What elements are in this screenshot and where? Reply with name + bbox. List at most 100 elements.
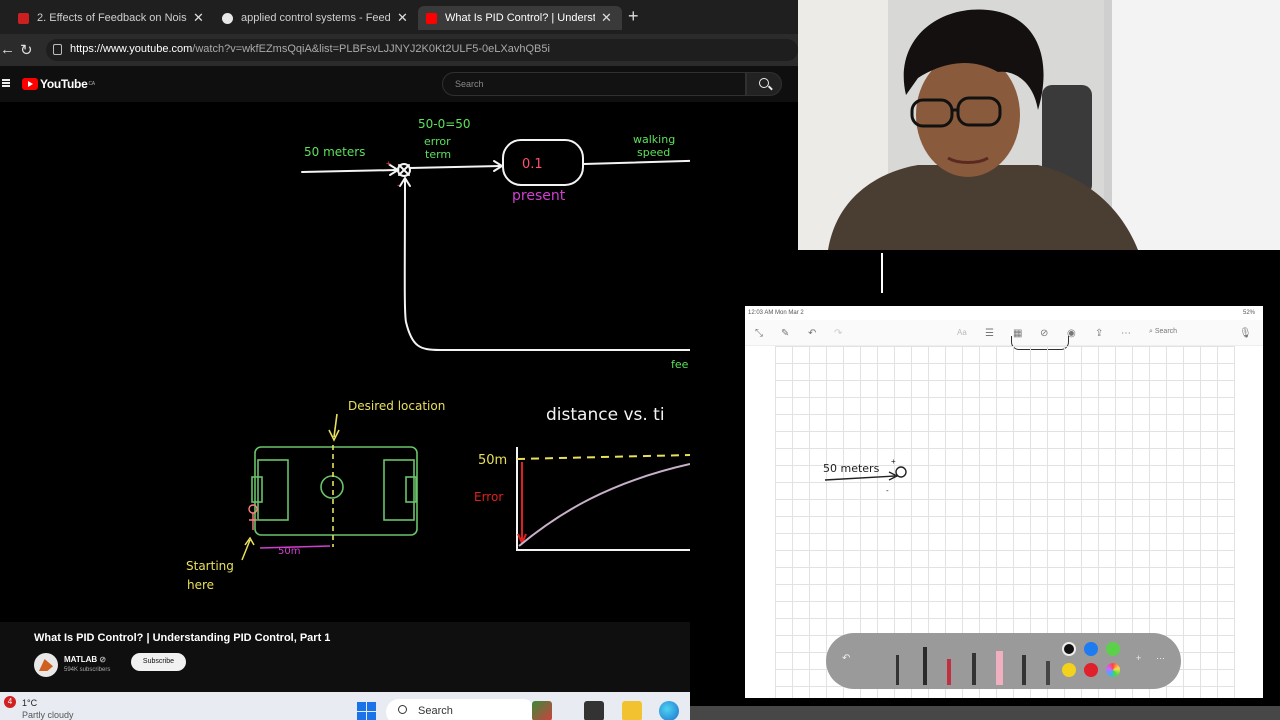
menu-icon[interactable]: [2, 79, 10, 87]
video-title: What Is PID Control? | Understanding PID…: [34, 632, 331, 644]
eraser-tool[interactable]: [996, 651, 1003, 685]
summing-cross: [398, 164, 410, 176]
add-tool-icon[interactable]: +: [1136, 653, 1141, 663]
pen-tool-4[interactable]: [972, 653, 976, 685]
channel-avatar[interactable]: [34, 653, 58, 677]
label-desired-location: Desired location: [348, 399, 445, 413]
url-path: /watch?v=wkfEZmsQqiA&list=PLBFsvLJJNYJ2K…: [192, 43, 550, 55]
windows-start-icon[interactable]: [357, 702, 376, 720]
note-arrow-line: [824, 475, 896, 481]
note-50-meters: 50 meters: [823, 462, 880, 475]
reload-icon[interactable]: ↻: [20, 41, 33, 59]
note-minus: -: [886, 486, 889, 495]
label-present: present: [512, 188, 566, 204]
pid-sketch: + - 50 meters 50-0=50 error term 0.1 pre…: [186, 117, 690, 592]
site-info-icon[interactable]: [53, 44, 62, 55]
youtube-favicon-icon: [18, 12, 29, 24]
palette-more-icon[interactable]: ⋯: [1156, 653, 1165, 664]
youtube-logo-text: YouTube: [40, 77, 88, 91]
speed-line: [583, 159, 690, 165]
weather-temperature[interactable]: 1°C: [22, 698, 37, 708]
search-input[interactable]: Search: [442, 72, 746, 96]
webcam-image: [798, 0, 1280, 250]
graph-target-line: [516, 454, 690, 460]
video-info: What Is PID Control? | Understanding PID…: [0, 622, 690, 692]
pen-stroke-mark: [881, 253, 883, 293]
search-button[interactable]: [746, 72, 782, 96]
color-black[interactable]: [1062, 642, 1076, 656]
new-tab-button[interactable]: +: [628, 6, 639, 27]
label-term: term: [425, 148, 451, 161]
note-summing-junction: [895, 466, 907, 478]
task-view-icon[interactable]: [584, 701, 604, 720]
verified-icon: ⊘: [99, 655, 107, 664]
weather-alert-badge[interactable]: 4: [4, 696, 16, 708]
palette-undo-icon[interactable]: ↶: [842, 653, 850, 664]
tab-effects-of-feedback[interactable]: 2. Effects of Feedback on Noise and ✕: [10, 6, 216, 30]
pen-tool-2[interactable]: [923, 647, 927, 685]
taskbar-search[interactable]: Search: [386, 699, 536, 720]
graph-error-arrow: [517, 462, 527, 546]
color-red[interactable]: [1084, 663, 1098, 677]
label-here: here: [187, 578, 214, 592]
soccer-field: [251, 446, 418, 536]
url-field[interactable]: https://www.youtube.com/watch?v=wkfEZmsQ…: [46, 39, 798, 61]
pen-tool-3[interactable]: [947, 659, 951, 685]
label-50-meters: 50 meters: [304, 145, 365, 159]
start-arrow: [241, 536, 255, 561]
graph-axes: [516, 447, 690, 551]
youtube-favicon-icon: [426, 12, 437, 24]
label-feedback-partial: fee: [671, 358, 689, 371]
taskbar-search-icon: [398, 705, 407, 714]
label-error: error: [424, 135, 451, 148]
url-host: https://www.youtube.com: [70, 43, 193, 55]
graph-50m-label: 50m: [478, 453, 507, 468]
color-green[interactable]: [1106, 642, 1120, 656]
tab-title: What Is PID Control? | Understanding: [445, 12, 595, 24]
feedback-path: [403, 179, 690, 351]
widgets-icon[interactable]: [532, 701, 552, 720]
label-starting: Starting: [186, 559, 234, 573]
minus-sign: -: [397, 180, 400, 190]
webcam-overlay: [798, 0, 1280, 250]
pen-palette: ↶ + ⋯: [826, 633, 1181, 689]
pen-tool-6[interactable]: [1046, 661, 1050, 685]
youtube-logo[interactable]: YouTube CA: [22, 77, 95, 91]
label-walking: walking: [633, 133, 675, 146]
color-picker[interactable]: [1106, 663, 1120, 677]
error-line: [409, 165, 501, 169]
controller-gain: 0.1: [522, 157, 543, 172]
file-explorer-icon[interactable]: [622, 701, 642, 720]
tab-title: applied control systems - Feedback: [241, 12, 391, 24]
search-icon: [759, 78, 769, 88]
video-player[interactable]: + - 50 meters 50-0=50 error term 0.1 pre…: [0, 102, 690, 622]
google-favicon-icon: [222, 12, 233, 24]
input-arrow-line: [301, 169, 397, 173]
graph-response-curve: [518, 463, 690, 547]
tab-applied-control-systems[interactable]: applied control systems - Feedback ✕: [214, 6, 418, 30]
controller-block: [502, 139, 584, 186]
back-arrow-icon[interactable]: ←: [0, 41, 15, 58]
tab-what-is-pid-control[interactable]: What Is PID Control? | Understanding ✕: [418, 6, 622, 30]
subscribe-button[interactable]: Subscribe: [131, 653, 186, 671]
desired-arrow: [328, 413, 340, 442]
channel-name[interactable]: MATLAB ⊘: [64, 655, 106, 664]
label-error-calc: 50-0=50: [418, 117, 471, 131]
note-plus: +: [891, 457, 896, 466]
youtube-play-icon: [22, 78, 38, 90]
color-yellow[interactable]: [1062, 663, 1076, 677]
close-icon[interactable]: ✕: [193, 10, 204, 26]
weather-condition: Partly cloudy: [22, 710, 74, 720]
edge-browser-icon[interactable]: [659, 701, 679, 720]
windows-taskbar: 4 1°C Partly cloudy Search: [0, 692, 690, 720]
graph-error-label: Error: [474, 490, 503, 504]
pen-tool-5[interactable]: [1022, 655, 1026, 685]
label-field-50m: 50m: [278, 546, 300, 557]
label-speed: speed: [637, 146, 670, 159]
color-blue[interactable]: [1084, 642, 1098, 656]
close-icon[interactable]: ✕: [601, 10, 612, 26]
ipad-notes-window: 12:03 AM Mon Mar 2 52% ⤡ ✎ ↶ ↷ Aa ☰ ▦ ⊘ …: [745, 306, 1263, 698]
taskbar-search-label: Search: [418, 705, 453, 717]
close-icon[interactable]: ✕: [397, 10, 408, 26]
pen-tool-1[interactable]: [896, 655, 899, 685]
